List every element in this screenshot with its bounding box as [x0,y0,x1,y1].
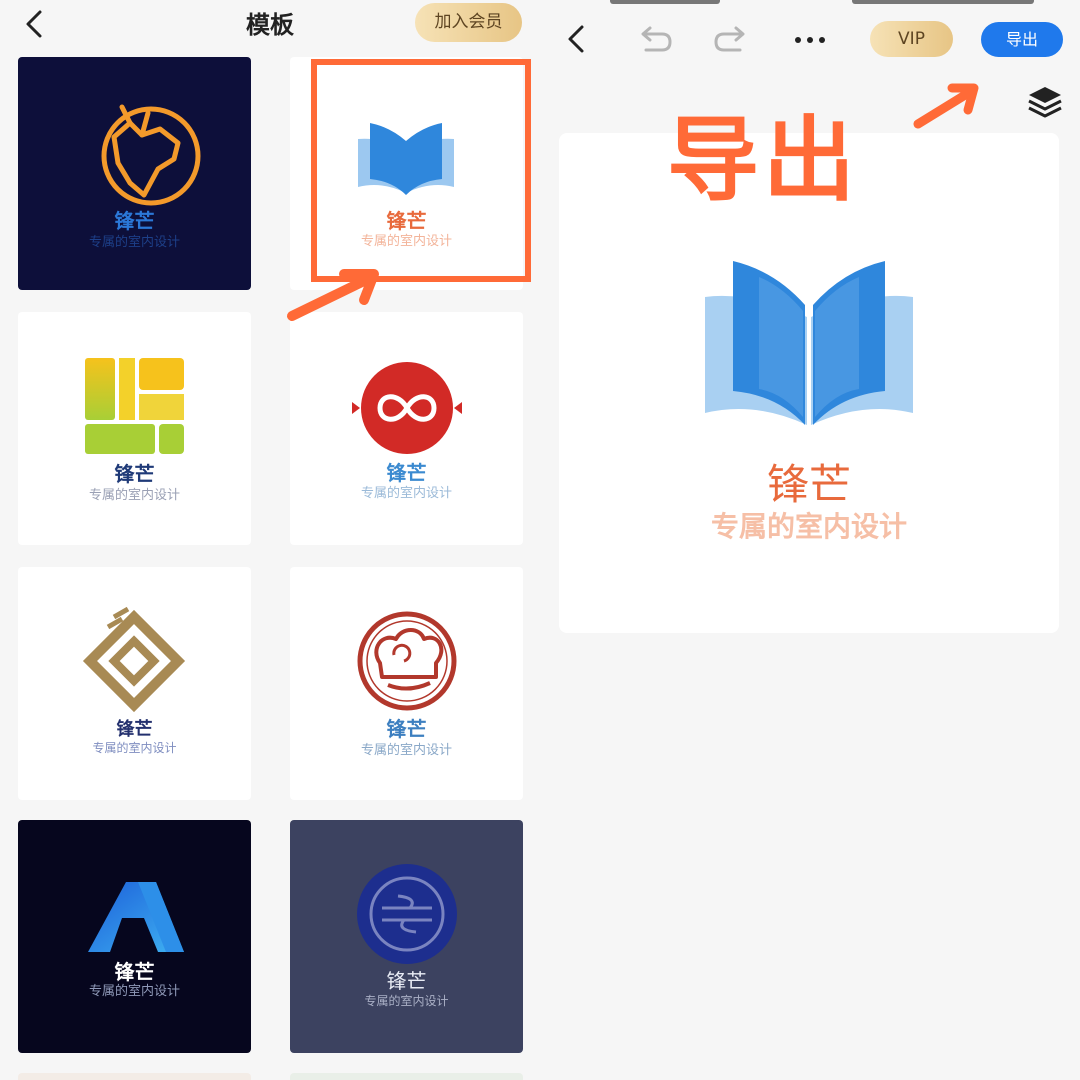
highlight-box [311,59,531,282]
template-slogan: 专属的室内设计 [360,486,452,501]
template-brand: 锋芒 [114,462,155,486]
template-card[interactable]: 锋芒 专属的室内设计 [290,820,523,1053]
canvas-brand-text[interactable]: 锋芒 [559,451,1059,512]
export-annotation-text: 导出 [667,107,860,214]
navy-circle-logo-icon [357,864,457,964]
annotation-arrow-icon [913,83,979,129]
template-slogan: 专属的室内设计 [88,984,180,999]
template-card[interactable]: 锋芒 专属的室内设计 [18,312,251,545]
template-brand: 锋芒 [116,719,153,740]
template-list-screen: 模板 加入会员 锋芒 专属的室内设计 锋芒 专属的室内设计 锋芒 专属的室内设计… [0,0,540,1080]
golden-diamond-logo-icon [82,606,186,713]
annotation-arrow-icon [287,269,379,321]
template-brand: 锋芒 [386,717,427,741]
template-card[interactable]: 锋芒 专属的室内设计 [290,567,523,800]
template-card[interactable]: 锋芒 专属的室内设计 [18,820,251,1053]
yellow-green-blocks-logo-icon [85,358,184,454]
template-card-partial[interactable] [290,1073,523,1080]
template-card[interactable]: 锋芒 专属的室内设计 [18,57,251,290]
undo-icon[interactable] [632,22,676,58]
vip-button[interactable]: VIP [870,21,953,57]
template-brand: 锋芒 [386,969,427,993]
blue-letter-a-logo-icon [88,882,184,952]
template-slogan: 专属的室内设计 [92,741,177,755]
red-infinity-logo-icon [352,362,462,454]
template-slogan: 专属的室内设计 [88,488,180,503]
redo-icon[interactable] [710,22,754,58]
chef-hat-logo-icon [357,611,457,711]
template-card[interactable]: 锋芒 专属的室内设计 [290,312,523,545]
open-book-logo-icon[interactable] [699,253,919,433]
back-chevron-icon[interactable] [554,17,598,61]
template-slogan: 专属的室内设计 [360,743,452,758]
deer-logo-icon [101,104,201,206]
template-slogan: 专属的室内设计 [88,235,180,250]
layers-icon[interactable] [1025,83,1065,123]
join-member-button[interactable]: 加入会员 [415,3,522,42]
template-brand: 锋芒 [114,209,155,233]
template-card[interactable]: 锋芒 专属的室内设计 [18,567,251,800]
canvas-slogan-text[interactable]: 专属的室内设计 [559,505,1059,545]
template-slogan: 专属的室内设计 [364,994,449,1008]
status-bar-remnant [610,0,720,4]
more-options-icon[interactable] [790,30,830,50]
status-bar-remnant [852,0,1034,4]
template-card-partial[interactable] [18,1073,251,1080]
editor-screen: VIP 导出 锋芒 专属的室内设计 导出 [540,0,1080,1080]
export-button[interactable]: 导出 [981,22,1063,57]
